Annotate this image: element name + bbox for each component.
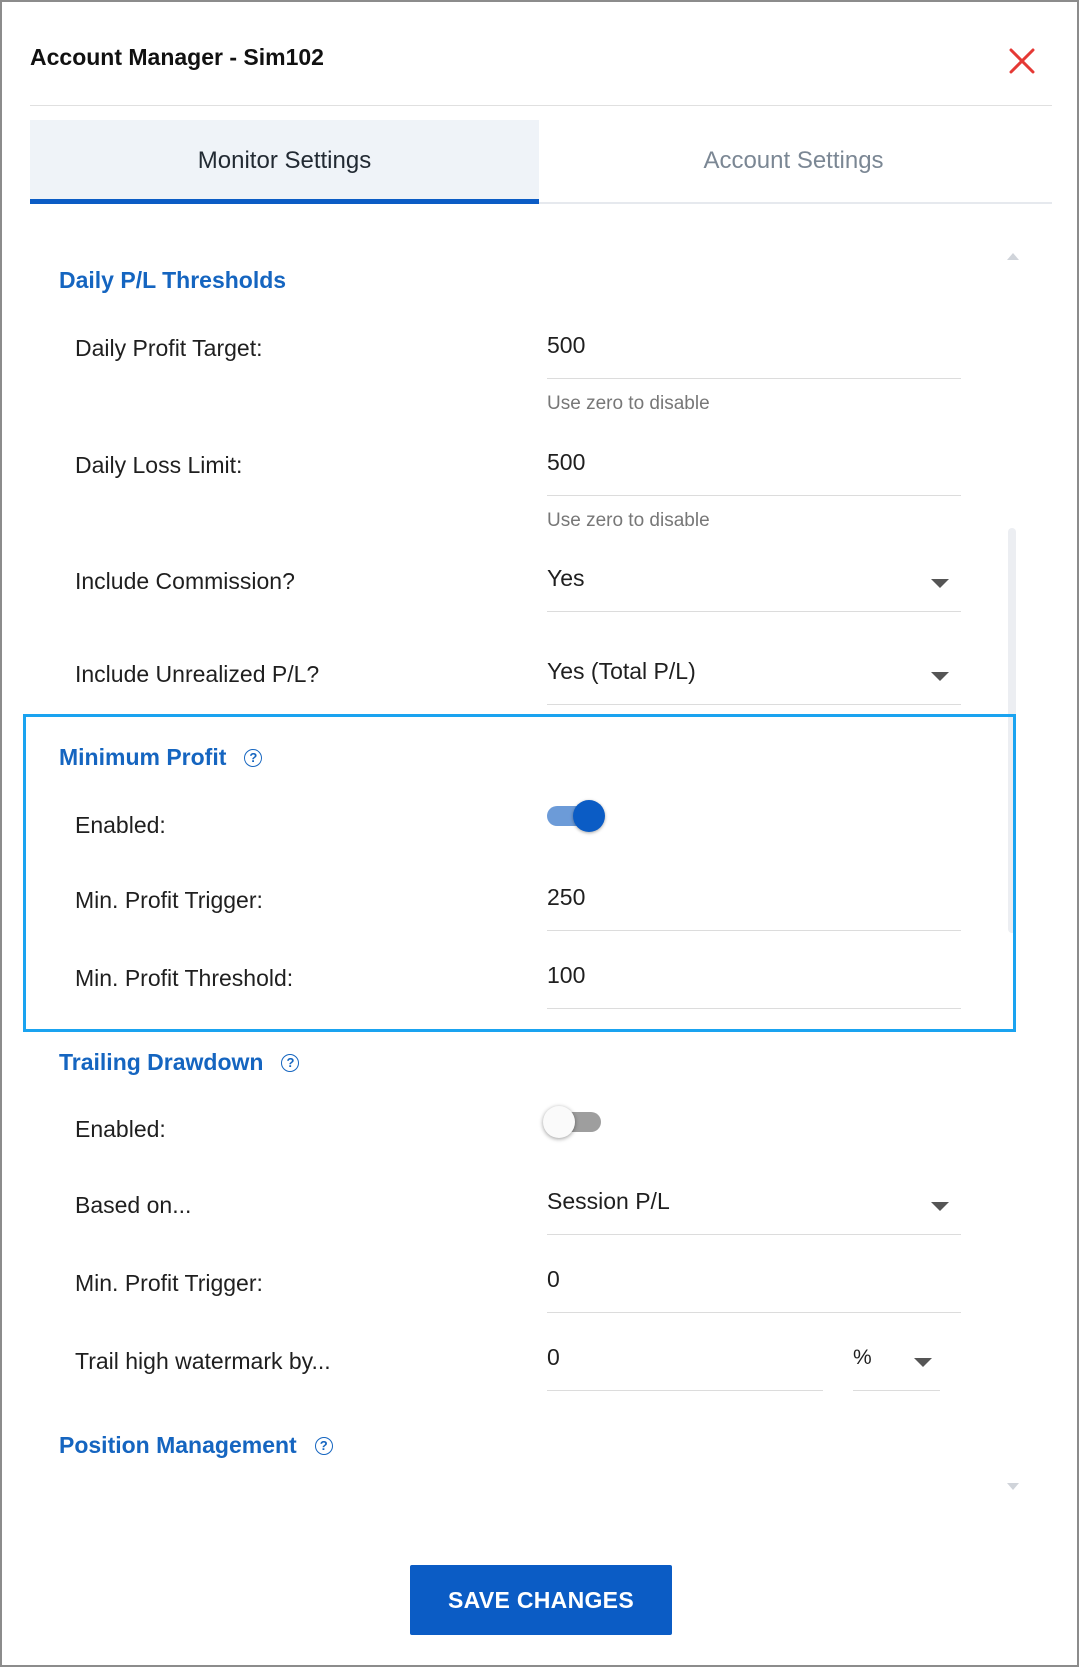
header-divider [30,105,1052,106]
select-value: Yes [547,565,585,591]
chevron-down-icon [914,1358,932,1367]
chevron-down-icon [931,672,949,681]
trail-watermark-input[interactable]: 0 [547,1344,823,1391]
toggle-knob [543,1106,575,1138]
field-value: 0 [547,1344,560,1370]
min-profit-trigger-input[interactable]: 250 [547,884,961,931]
close-icon[interactable] [1007,46,1037,76]
trailing-enabled-label: Enabled: [75,1116,166,1142]
section-title-daily-pl: Daily P/L Thresholds [59,267,286,294]
section-title-text: Daily P/L Thresholds [59,267,287,293]
daily-loss-limit-input[interactable]: 500 [547,449,961,496]
field-value: 0 [547,1266,560,1292]
tab-label: Monitor Settings [197,147,372,174]
based-on-select[interactable]: Session P/L [547,1188,961,1235]
min-profit-threshold-label: Min. Profit Threshold: [75,965,294,991]
save-changes-button[interactable]: SAVE CHANGES [410,1565,672,1635]
trailing-trigger-input[interactable]: 0 [547,1266,961,1313]
min-profit-enabled-label: Enabled: [75,812,166,838]
daily-profit-target-label: Daily Profit Target: [75,335,263,361]
tab-account-settings[interactable]: Account Settings [539,120,1048,202]
include-unrealized-select[interactable]: Yes (Total P/L) [547,658,961,705]
tab-label: Account Settings [703,147,884,174]
daily-loss-limit-label: Daily Loss Limit: [75,452,243,478]
section-title-text: Position Management [59,1432,297,1458]
field-value: 250 [547,884,586,910]
trail-watermark-label: Trail high watermark by... [75,1348,331,1374]
tab-monitor-settings[interactable]: Monitor Settings [30,120,539,202]
chevron-down-icon [931,1202,949,1211]
based-on-label: Based on... [75,1192,192,1218]
field-value: 500 [547,332,586,358]
min-profit-enabled-toggle[interactable] [545,797,607,833]
min-profit-trigger-label: Min. Profit Trigger: [75,887,263,913]
include-commission-select[interactable]: Yes [547,565,961,612]
help-icon[interactable]: ? [281,1053,300,1072]
help-icon[interactable]: ? [244,748,263,767]
help-icon[interactable]: ? [314,1436,333,1455]
section-title-trailing-drawdown: Trailing Drawdown ? [59,1049,300,1076]
min-profit-threshold-input[interactable]: 100 [547,962,961,1009]
tabs-divider [539,202,1052,204]
dialog-title: Account Manager - Sim102 [30,44,324,70]
select-value: Session P/L [547,1188,670,1214]
scroll-up-arrow-icon[interactable] [1007,253,1019,260]
select-value: Yes (Total P/L) [547,658,696,684]
scroll-down-arrow-icon[interactable] [1007,1483,1019,1490]
daily-loss-limit-hint: Use zero to disable [547,510,710,531]
include-unrealized-label: Include Unrealized P/L? [75,661,320,687]
section-title-minimum-profit: Minimum Profit ? [59,744,263,771]
field-value: 100 [547,962,586,988]
section-title-text: Trailing Drawdown [59,1049,264,1075]
include-commission-label: Include Commission? [75,568,295,594]
select-value: % [853,1346,872,1369]
active-tab-indicator [30,199,539,204]
field-value: 500 [547,449,586,475]
daily-profit-target-input[interactable]: 500 [547,332,961,379]
account-manager-dialog: Account Manager - Sim102 Monitor Setting… [0,0,1079,1667]
trail-watermark-unit-select[interactable]: % [853,1344,940,1391]
chevron-down-icon [931,579,949,588]
trailing-enabled-toggle[interactable] [543,1103,605,1139]
trailing-trigger-label: Min. Profit Trigger: [75,1270,263,1296]
section-title-position-management: Position Management ? [59,1432,333,1459]
daily-profit-target-hint: Use zero to disable [547,393,710,414]
section-title-text: Minimum Profit [59,744,227,770]
toggle-knob [573,800,605,832]
